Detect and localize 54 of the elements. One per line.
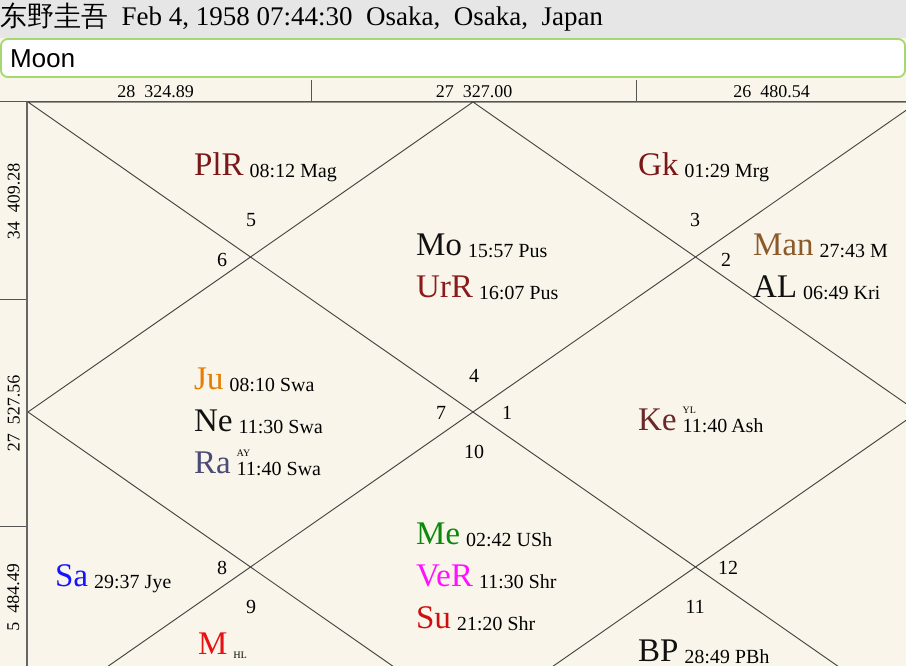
planet-position: 11:30 Shr [478,572,556,593]
planet-position: 15:57 Pus [468,241,548,262]
chart-title: 东野圭吾 Feb 4, 1958 07:44:30 Osaka, Osaka, Japan [0,2,603,30]
planet-position: 11:40 Swa [236,459,321,480]
sign-number: 10 [464,442,484,462]
planet-abbreviation: Su [416,602,451,635]
planet-position: 28:49 PBh [684,647,770,666]
planet-abbreviation: VeR [416,560,473,593]
sign-number: 4 [469,366,479,386]
planet-position: 02:42 USh [466,530,552,551]
planet-position: 06:49 Kri [803,283,880,304]
planet-position: 16:07 Pus [478,283,558,304]
ruler-value: 34 409.28 [4,162,22,239]
ruler-cell: 28 324.89 [0,80,312,101]
ruler-cell: 27 327.00 [312,80,637,101]
planet-tag: YL [682,406,696,416]
ruler-cell-text: 26 480.54 [732,80,811,101]
sign-number: 5 [246,210,256,230]
planet-abbreviation: Ra [194,447,231,480]
planet-position: 29:37 Jye [94,572,172,593]
search-field[interactable]: Moon [0,38,906,78]
ruler-value: 27 527.56 [4,374,22,452]
planet-abbreviation: Mo [416,229,462,262]
planet-abbreviation: Sa [55,560,88,593]
ruler-value: 5 484.49 [4,562,22,630]
sign-number: 12 [718,558,738,578]
planet-tag: AY [236,449,250,459]
planet-abbreviation: Ne [194,405,232,438]
planet-abbreviation: AL [753,271,797,304]
planet-position: 08:10 Swa [229,375,314,396]
planet-position: 21:20 Shr [456,614,536,635]
sign-number: 2 [721,250,731,270]
planet-abbreviation: UrR [416,271,473,304]
sign-number: 9 [246,597,256,617]
sign-number: 8 [217,558,227,578]
planet-tag: HL [233,651,247,661]
sign-number: 7 [436,403,446,423]
sign-number: 3 [690,210,700,230]
planet-abbreviation: Gk [638,149,678,182]
planet-position: 08:12 Mag [250,161,337,182]
planet-position: 11:40 Ash [682,416,764,437]
planet-position: 11:30 Swa [238,417,323,438]
planet-position: 01:29 Mrg [684,161,769,182]
sign-number: 6 [217,250,227,270]
planet-position: 27:43 M [820,241,888,262]
planet-abbreviation: Me [416,518,460,551]
planet-abbreviation: Ju [194,363,224,396]
planet-abbreviation: PlR [194,149,244,182]
planet-abbreviation: Ke [638,404,676,437]
sign-number: 11 [685,597,705,617]
planet-abbreviation: Man [753,229,814,262]
planet-abbreviation: M [198,628,228,661]
planet-abbreviation: BP [638,635,678,666]
sign-number: 1 [502,403,512,423]
